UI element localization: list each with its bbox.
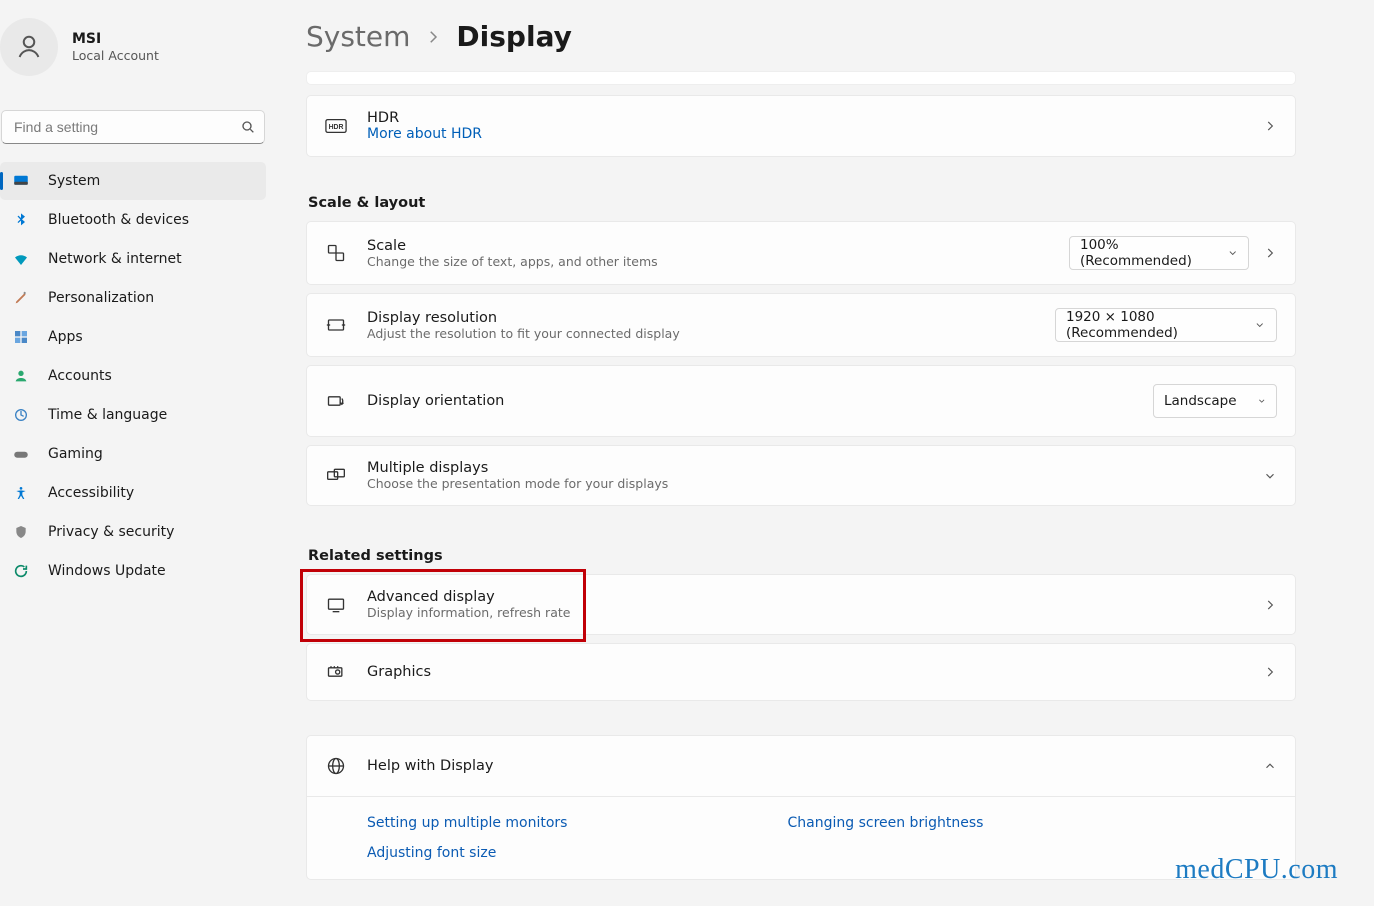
card-help[interactable]: Help with Display [306, 735, 1296, 797]
card-orientation[interactable]: Display orientation Landscape [306, 365, 1296, 437]
person-icon [12, 367, 30, 385]
sidebar-item-label: Windows Update [48, 563, 166, 579]
card-advanced-display[interactable]: Advanced display Display information, re… [306, 574, 1296, 635]
help-link-brightness[interactable]: Changing screen brightness [787, 815, 983, 831]
profile-name: MSI [72, 30, 159, 48]
sidebar-item-privacy[interactable]: Privacy & security [0, 513, 266, 551]
graphics-title: Graphics [367, 664, 1243, 680]
profile-subtitle: Local Account [72, 48, 159, 64]
sidebar-item-apps[interactable]: Apps [0, 318, 266, 356]
sidebar-item-label: Privacy & security [48, 524, 174, 540]
card-scale[interactable]: Scale Change the size of text, apps, and… [306, 221, 1296, 285]
help-title: Help with Display [367, 758, 1243, 774]
sidebar-item-windows-update[interactable]: Windows Update [0, 552, 266, 590]
search-input[interactable] [12, 118, 240, 136]
sidebar-item-label: Apps [48, 329, 83, 345]
globe-clock-icon [12, 406, 30, 424]
chevron-down-icon [1263, 469, 1277, 483]
chevron-right-icon [1263, 119, 1277, 133]
scale-title: Scale [367, 238, 1049, 254]
advanced-sub: Display information, refresh rate [367, 605, 1243, 620]
sidebar-item-label: System [48, 173, 100, 189]
sidebar-item-label: Time & language [48, 407, 167, 423]
sidebar-item-time-language[interactable]: Time & language [0, 396, 266, 434]
bluetooth-icon [12, 211, 30, 229]
graphics-icon [325, 662, 347, 682]
chevron-down-icon [1257, 394, 1266, 408]
resolution-value: 1920 × 1080 (Recommended) [1066, 309, 1234, 341]
section-scale-layout: Scale & layout [308, 195, 1344, 211]
breadcrumb-current: Display [456, 20, 571, 53]
sidebar-item-label: Personalization [48, 290, 154, 306]
help-link-multiple-monitors[interactable]: Setting up multiple monitors [367, 815, 567, 831]
breadcrumb: System Display [306, 20, 1344, 53]
resolution-sub: Adjust the resolution to fit your connec… [367, 326, 1035, 341]
sidebar-item-personalization[interactable]: Personalization [0, 279, 266, 317]
sidebar-item-accounts[interactable]: Accounts [0, 357, 266, 395]
advanced-title: Advanced display [367, 589, 1243, 605]
help-link-font-size[interactable]: Adjusting font size [367, 845, 567, 861]
chevron-right-icon [1263, 665, 1277, 679]
avatar [0, 18, 58, 76]
sidebar-item-label: Accounts [48, 368, 112, 384]
chevron-right-icon [424, 20, 442, 53]
gamepad-icon [12, 445, 30, 463]
scale-sub: Change the size of text, apps, and other… [367, 254, 1049, 269]
shield-icon [12, 523, 30, 541]
section-related-settings: Related settings [308, 548, 1344, 564]
scale-dropdown[interactable]: 100% (Recommended) [1069, 236, 1249, 270]
sidebar-item-label: Gaming [48, 446, 103, 462]
card-multiple-displays[interactable]: Multiple displays Choose the presentatio… [306, 445, 1296, 506]
sidebar-item-label: Accessibility [48, 485, 134, 501]
orientation-value: Landscape [1164, 393, 1237, 409]
orientation-title: Display orientation [367, 393, 1133, 409]
sidebar-item-label: Bluetooth & devices [48, 212, 189, 228]
resolution-dropdown[interactable]: 1920 × 1080 (Recommended) [1055, 308, 1277, 342]
breadcrumb-root[interactable]: System [306, 20, 410, 53]
display-icon [325, 595, 347, 615]
sidebar-item-label: Network & internet [48, 251, 182, 267]
hdr-title: HDR [367, 110, 1243, 126]
apps-icon [12, 328, 30, 346]
help-links: Setting up multiple monitors Adjusting f… [306, 797, 1296, 880]
card-graphics[interactable]: Graphics [306, 643, 1296, 701]
scale-icon [325, 243, 347, 263]
card-resolution[interactable]: Display resolution Adjust the resolution… [306, 293, 1296, 357]
chevron-right-icon [1263, 246, 1277, 260]
multiple-sub: Choose the presentation mode for your di… [367, 476, 1243, 491]
sidebar-item-network[interactable]: Network & internet [0, 240, 266, 278]
chevron-down-icon [1254, 318, 1266, 332]
card-hdr[interactable]: HDR HDR More about HDR [306, 95, 1296, 157]
orientation-icon [325, 391, 347, 411]
user-profile[interactable]: MSI Local Account [0, 14, 276, 86]
hdr-more-link[interactable]: More about HDR [367, 126, 1243, 142]
watermark: medCPU.com [1175, 854, 1338, 886]
multiple-title: Multiple displays [367, 460, 1243, 476]
help-globe-icon [325, 756, 347, 776]
accessibility-icon [12, 484, 30, 502]
chevron-right-icon [1263, 598, 1277, 612]
hdr-icon: HDR [325, 118, 347, 134]
search-icon [240, 119, 256, 135]
search-box[interactable] [1, 110, 265, 144]
brush-icon [12, 289, 30, 307]
scale-value: 100% (Recommended) [1080, 237, 1207, 269]
monitor-icon [12, 172, 30, 190]
chevron-down-icon [1227, 246, 1238, 260]
wifi-icon [12, 250, 30, 268]
svg-text:HDR: HDR [329, 124, 344, 131]
multiple-displays-icon [325, 466, 347, 486]
card-partial-top [306, 71, 1296, 85]
sidebar-item-bluetooth[interactable]: Bluetooth & devices [0, 201, 266, 239]
orientation-dropdown[interactable]: Landscape [1153, 384, 1277, 418]
chevron-up-icon [1263, 759, 1277, 773]
sidebar-item-accessibility[interactable]: Accessibility [0, 474, 266, 512]
resolution-icon [325, 315, 347, 335]
sidebar-item-gaming[interactable]: Gaming [0, 435, 266, 473]
sidebar-item-system[interactable]: System [0, 162, 266, 200]
resolution-title: Display resolution [367, 310, 1035, 326]
update-icon [12, 562, 30, 580]
